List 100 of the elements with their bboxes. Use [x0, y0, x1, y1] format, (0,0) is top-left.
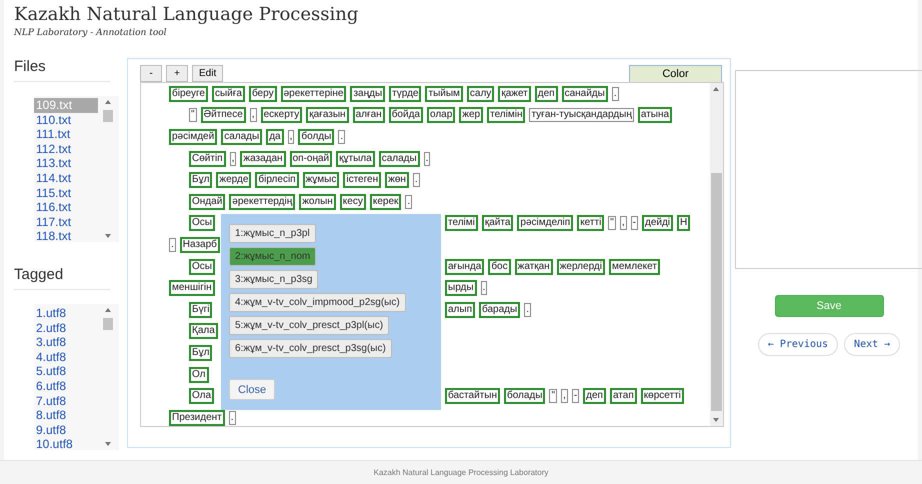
- tagged-token[interactable]: жерде: [216, 172, 252, 188]
- toolbar-button[interactable]: -: [140, 65, 162, 82]
- tagged-token[interactable]: қағазын: [306, 107, 349, 124]
- untagged-token[interactable]: .: [480, 281, 488, 296]
- tagged-token[interactable]: да: [266, 128, 284, 145]
- file-item[interactable]: 118.txt: [34, 229, 98, 244]
- untagged-token[interactable]: .: [338, 130, 346, 144]
- tagged-token[interactable]: санайды: [562, 86, 608, 102]
- tagged-token[interactable]: жөн: [385, 172, 409, 188]
- tagged-token[interactable]: болды: [298, 128, 334, 145]
- tagged-token[interactable]: алған: [352, 107, 385, 124]
- tagged-token[interactable]: құтыла: [336, 150, 375, 167]
- tagged-token[interactable]: әрекеттердің: [229, 194, 296, 210]
- tagged-token[interactable]: Н: [677, 215, 690, 232]
- tagged-token[interactable]: атына: [638, 107, 672, 124]
- file-item[interactable]: 110.txt: [34, 112, 98, 128]
- untagged-token[interactable]: ": [608, 216, 616, 230]
- toolbar-button[interactable]: Edit: [192, 65, 224, 82]
- next-button[interactable]: Next →: [844, 333, 900, 356]
- tagged-token[interactable]: бойда: [388, 107, 423, 124]
- tagged-token[interactable]: кетті: [577, 215, 604, 232]
- tagged-token[interactable]: Ол: [189, 366, 209, 383]
- untagged-token[interactable]: -: [630, 216, 638, 230]
- untagged-token[interactable]: .: [405, 194, 412, 209]
- tagged-token[interactable]: салады: [378, 150, 420, 167]
- tag-option[interactable]: 4:жұм_v-tv_colv_impmood_p2sg(ыс): [229, 293, 406, 312]
- tagged-token[interactable]: қайта: [482, 215, 514, 232]
- tagged-token[interactable]: Ола: [189, 388, 214, 404]
- tagged-token[interactable]: әрекеттеріне: [280, 86, 346, 102]
- file-item[interactable]: 112.txt: [34, 142, 98, 156]
- tag-option[interactable]: 5:жұм_v-tv_colv_presct_p3pl(ыс): [229, 316, 390, 335]
- tagged-token[interactable]: түрде: [389, 86, 422, 102]
- tagged-item[interactable]: 9.utf8: [34, 422, 98, 438]
- untagged-token[interactable]: .: [424, 152, 430, 166]
- tag-option[interactable]: 2:жұмыс_n_nom: [229, 247, 316, 266]
- file-item[interactable]: 111.txt: [34, 127, 98, 142]
- tagged-token[interactable]: салады: [221, 128, 262, 145]
- tagged-token[interactable]: Ондай: [189, 194, 226, 210]
- tagged-token[interactable]: жерлерді: [556, 258, 605, 275]
- color-button[interactable]: Color: [629, 65, 722, 83]
- tagged-item[interactable]: 3.utf8: [34, 335, 98, 350]
- tag-option[interactable]: 6:жұм_v-tv_colv_presct_p3sg(ыс): [229, 339, 392, 358]
- tagged-token[interactable]: алып: [445, 302, 475, 318]
- close-button[interactable]: Close: [229, 379, 276, 400]
- tagged-token[interactable]: Президент: [169, 410, 225, 426]
- tagged-token[interactable]: жатқан: [514, 258, 553, 275]
- tagged-token[interactable]: олар: [426, 107, 456, 124]
- tagged-token[interactable]: беру: [248, 86, 277, 102]
- file-item[interactable]: 117.txt: [34, 214, 98, 230]
- tagged-token[interactable]: жұмыс: [302, 172, 340, 188]
- tagged-token[interactable]: Бұл: [189, 344, 212, 361]
- tagged-token[interactable]: ағында: [445, 258, 484, 275]
- untagged-token[interactable]: ,: [230, 152, 236, 166]
- tagged-token[interactable]: жазадан: [240, 150, 286, 167]
- file-listbox[interactable]: 1.utf8 2.utf8 3.utf8 4.utf8 5.utf8 6.utf8 7.utf8 8.utf8 9.utf8 10.utf8: [34, 304, 119, 450]
- tagged-token[interactable]: көрсетті: [640, 388, 684, 404]
- tagged-item[interactable]: 8.utf8: [34, 408, 98, 423]
- tagged-token[interactable]: тыйым: [425, 86, 463, 102]
- tagged-token[interactable]: бос: [488, 258, 511, 275]
- tagged-token[interactable]: кесу: [340, 194, 366, 210]
- tagged-token[interactable]: рәсімдей: [169, 128, 218, 145]
- tagged-token[interactable]: мемлекет: [608, 258, 660, 275]
- tagged-token[interactable]: Бүгі: [189, 302, 212, 318]
- tagged-token[interactable]: атап: [610, 388, 637, 404]
- tagged-token[interactable]: меншігін: [169, 280, 215, 296]
- tagged-token[interactable]: керек: [370, 194, 402, 210]
- tagged-token[interactable]: Бұл: [189, 172, 212, 188]
- tagged-token[interactable]: деп: [534, 86, 558, 102]
- tagged-token[interactable]: жолын: [299, 194, 336, 210]
- tagged-token[interactable]: салу: [466, 86, 494, 102]
- tagged-item[interactable]: 1.utf8: [34, 306, 98, 321]
- tagged-token[interactable]: Сөйтіп: [189, 150, 226, 167]
- tagged-item[interactable]: 5.utf8: [34, 364, 98, 379]
- untagged-token[interactable]: .: [612, 86, 619, 101]
- file-item[interactable]: 114.txt: [34, 170, 98, 186]
- tagged-token[interactable]: жер: [459, 107, 484, 124]
- tag-option[interactable]: 1:жұмыс_n_p3pl: [229, 224, 316, 243]
- tagged-token[interactable]: телімі: [445, 215, 478, 232]
- tagged-token[interactable]: қажет: [498, 86, 531, 102]
- tagged-item[interactable]: 7.utf8: [34, 394, 98, 408]
- tagged-item[interactable]: 2.utf8: [34, 320, 98, 336]
- tagged-token[interactable]: Осы: [189, 215, 215, 232]
- tagged-token[interactable]: барады: [479, 302, 520, 318]
- tagged-token[interactable]: деп: [583, 388, 606, 404]
- tagged-token[interactable]: заңды: [350, 86, 386, 102]
- tagged-token[interactable]: Осы: [189, 258, 215, 275]
- tagged-token[interactable]: бастайтын: [445, 388, 500, 404]
- toolbar-button[interactable]: +: [166, 65, 188, 82]
- scrollbar[interactable]: [710, 83, 723, 426]
- tagged-item[interactable]: 10.utf8: [34, 437, 98, 452]
- tagged-token[interactable]: Назарб: [180, 236, 220, 253]
- untagged-token[interactable]: туған-туысқандардың: [529, 108, 634, 122]
- tagged-token[interactable]: оп-оңай: [290, 150, 332, 167]
- untagged-token[interactable]: .: [524, 302, 531, 317]
- tagged-token[interactable]: дейді: [642, 215, 674, 232]
- untagged-token[interactable]: ,: [620, 216, 627, 230]
- file-listbox[interactable]: 109.txt 110.txt 111.txt 112.txt 113.txt 114.txt 115.txt 116.txt 117.txt 118.txt: [34, 96, 119, 242]
- untagged-token[interactable]: ,: [561, 389, 568, 404]
- untagged-token[interactable]: ": [189, 108, 197, 122]
- untagged-token[interactable]: -: [572, 389, 580, 404]
